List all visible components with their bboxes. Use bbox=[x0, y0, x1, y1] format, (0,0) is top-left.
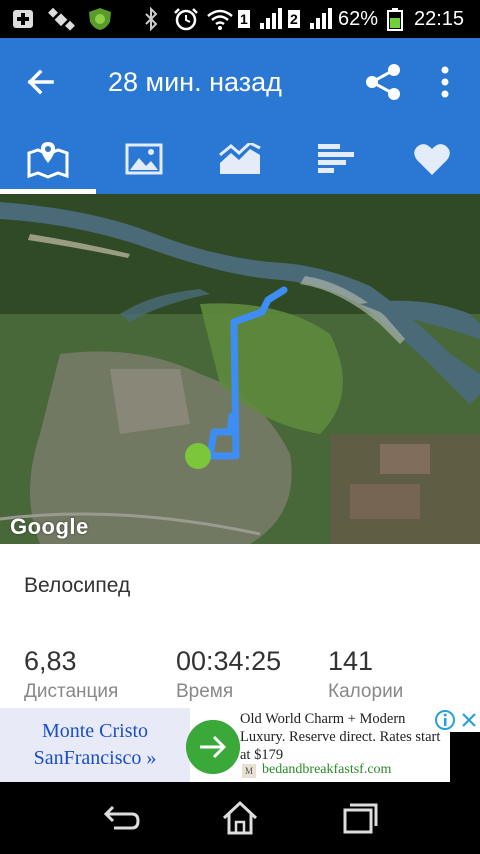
status-bar: 1 2 62% 22:15 bbox=[0, 0, 480, 38]
stat-value: 6,83 bbox=[24, 646, 77, 676]
tab-photos[interactable] bbox=[96, 124, 192, 194]
sim1-badge: 1 bbox=[238, 10, 250, 28]
stat-value: 141 bbox=[328, 646, 374, 676]
stat-time: 00:34:25 Время bbox=[176, 644, 281, 706]
ad-side-block bbox=[450, 732, 480, 782]
stat-calories: 141 Калории bbox=[328, 644, 403, 706]
alarm-icon bbox=[174, 8, 198, 31]
tab-map[interactable] bbox=[0, 124, 96, 194]
stat-label: Дистанция bbox=[24, 681, 119, 702]
chart-icon bbox=[219, 143, 261, 174]
battery-icon bbox=[387, 8, 403, 31]
map-icon bbox=[27, 142, 69, 179]
ad-headline-line2: SanFrancisco » bbox=[33, 747, 157, 769]
ad-headline[interactable]: Monte Cristo SanFrancisco » bbox=[0, 708, 190, 782]
share-icon[interactable] bbox=[364, 62, 404, 102]
nav-recents-icon[interactable] bbox=[340, 800, 380, 836]
nav-back-icon[interactable] bbox=[100, 800, 140, 836]
sim2-badge: 2 bbox=[288, 10, 300, 28]
ad-favicon: M bbox=[242, 764, 256, 778]
ad-banner[interactable]: Monte Cristo SanFrancisco » Old World Ch… bbox=[0, 708, 480, 782]
tab-likes[interactable] bbox=[384, 124, 480, 194]
tab-splits[interactable] bbox=[288, 124, 384, 194]
splits-icon bbox=[318, 144, 354, 173]
nav-home-icon[interactable] bbox=[220, 800, 260, 836]
satellite-map bbox=[0, 194, 480, 544]
satellite-icon bbox=[48, 7, 75, 31]
tab-charts[interactable] bbox=[192, 124, 288, 194]
signal-icon bbox=[260, 8, 282, 29]
app-bar: 28 мин. назад bbox=[0, 38, 480, 124]
stat-distance: 6,83 Дистанция bbox=[24, 644, 118, 706]
activity-type: Велосипед bbox=[24, 574, 131, 597]
arrow-forward-icon[interactable] bbox=[186, 720, 240, 774]
ad-domain[interactable]: bedandbreakfastsf.com bbox=[262, 762, 391, 778]
stat-label: Время bbox=[176, 681, 234, 702]
ad-body: Old World Charm + Modern Luxury. Reserve… bbox=[240, 711, 441, 763]
wifi-icon bbox=[207, 9, 233, 30]
ad-close-icon[interactable] bbox=[458, 709, 480, 731]
tab-bar bbox=[0, 124, 480, 194]
arrow-back-icon[interactable] bbox=[22, 62, 62, 102]
ad-headline-line1: Monte Cristo bbox=[41, 720, 149, 742]
google-attribution: Google bbox=[10, 514, 89, 539]
photo-icon bbox=[125, 143, 163, 175]
more-vert-icon[interactable] bbox=[430, 62, 460, 102]
route-map[interactable]: Google bbox=[0, 194, 480, 544]
stat-label: Калории bbox=[328, 681, 404, 702]
battery-percent: 62% bbox=[338, 8, 379, 30]
clock: 22:15 bbox=[414, 8, 465, 30]
page-title: 28 мин. назад bbox=[108, 67, 282, 97]
signal-icon bbox=[310, 8, 332, 29]
system-nav-bar bbox=[0, 782, 480, 854]
heart-icon bbox=[414, 144, 450, 175]
stat-value: 00:34:25 bbox=[176, 646, 282, 676]
activity-summary: Велосипед 6,83 Дистанция 00:34:25 Время … bbox=[0, 544, 480, 708]
add-notification-icon bbox=[13, 10, 33, 28]
shield-app-icon bbox=[89, 8, 111, 30]
bluetooth-icon bbox=[145, 7, 158, 31]
ad-info-icon[interactable] bbox=[434, 709, 456, 731]
